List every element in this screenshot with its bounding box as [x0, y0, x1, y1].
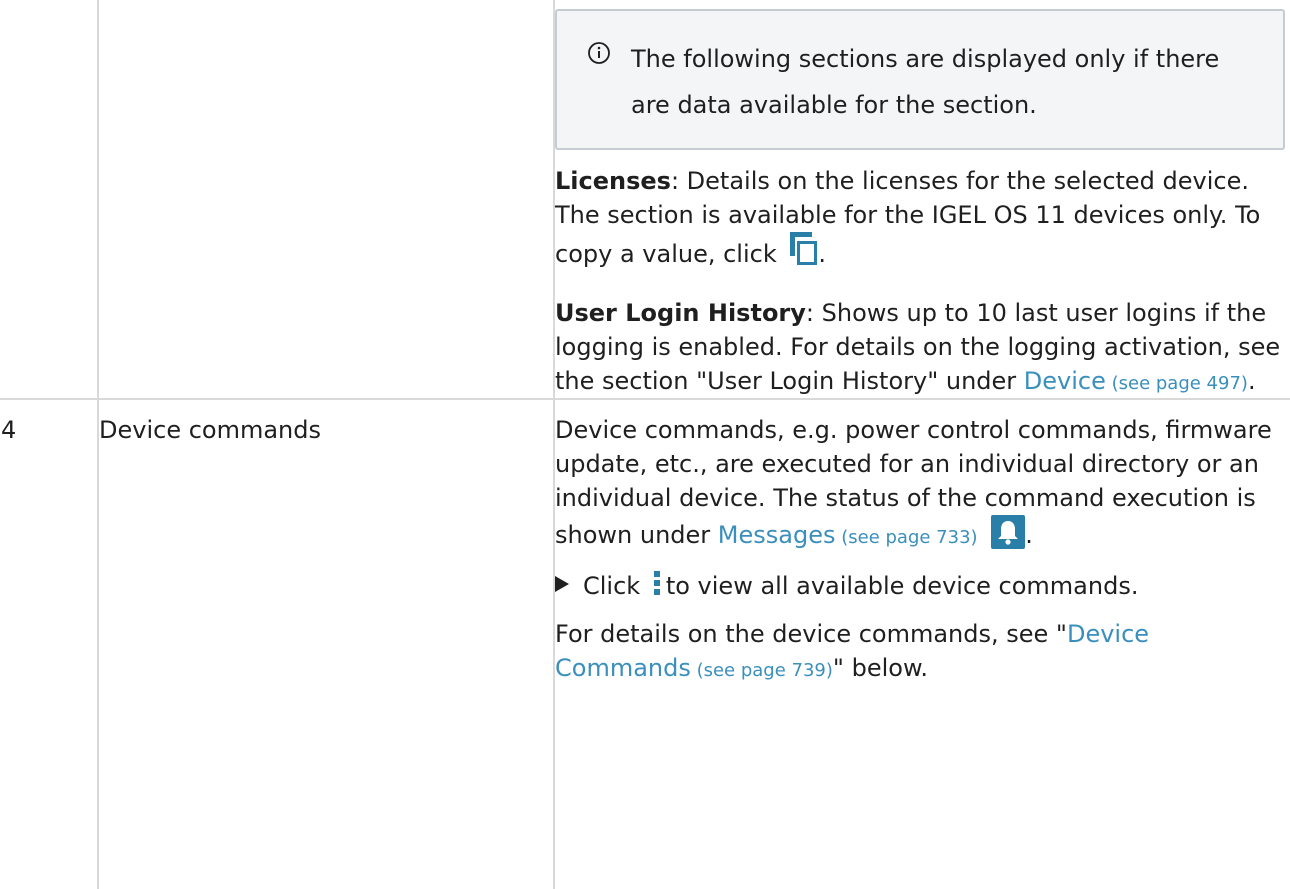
details-paragraph: For details on the device commands, see …: [555, 617, 1285, 688]
licenses-end: .: [818, 240, 826, 268]
info-circle-icon: [587, 41, 611, 65]
licenses-label: Licenses: [555, 167, 671, 195]
step-instruction: Click to view all available device comma…: [555, 569, 1285, 603]
device-link-ref[interactable]: (see page 497): [1106, 373, 1248, 394]
kebab-menu-icon[interactable]: [652, 570, 662, 596]
step-text-after: to view all available device commands.: [665, 572, 1139, 600]
login-history-section: User Login History: Shows up to 10 last …: [555, 296, 1285, 401]
device-commands-period: .: [1025, 521, 1033, 549]
device-commands-link-ref[interactable]: (see page 739): [691, 660, 833, 681]
info-notice: The following sections are displayed onl…: [555, 9, 1285, 150]
device-commands-description: Device commands, e.g. power control comm…: [555, 413, 1285, 688]
login-history-label: User Login History: [555, 299, 806, 327]
step-text-before: Click: [583, 572, 641, 600]
bell-icon[interactable]: [991, 515, 1026, 549]
copy-icon[interactable]: [788, 232, 818, 266]
row-number: 4: [1, 416, 17, 444]
device-link[interactable]: Device: [1024, 367, 1106, 395]
triangle-bullet-icon: [555, 576, 569, 592]
row-name: Device commands: [99, 416, 321, 444]
licenses-paragraph: Licenses: Details on the licenses for th…: [555, 164, 1285, 271]
device-commands-paragraph: Device commands, e.g. power control comm…: [555, 413, 1285, 555]
table-left-border: [97, 400, 99, 889]
login-history-paragraph: User Login History: Shows up to 10 last …: [555, 296, 1285, 401]
details-after: " below.: [832, 654, 928, 682]
licenses-section: Licenses: Details on the licenses for th…: [555, 164, 1285, 271]
table-left-border: [97, 0, 99, 398]
messages-link[interactable]: Messages: [718, 521, 836, 549]
messages-link-ref[interactable]: (see page 733): [836, 527, 977, 548]
login-history-end: .: [1247, 367, 1256, 395]
notice-text: The following sections are displayed onl…: [631, 45, 1220, 119]
details-before: For details on the device commands, see …: [555, 620, 1067, 648]
